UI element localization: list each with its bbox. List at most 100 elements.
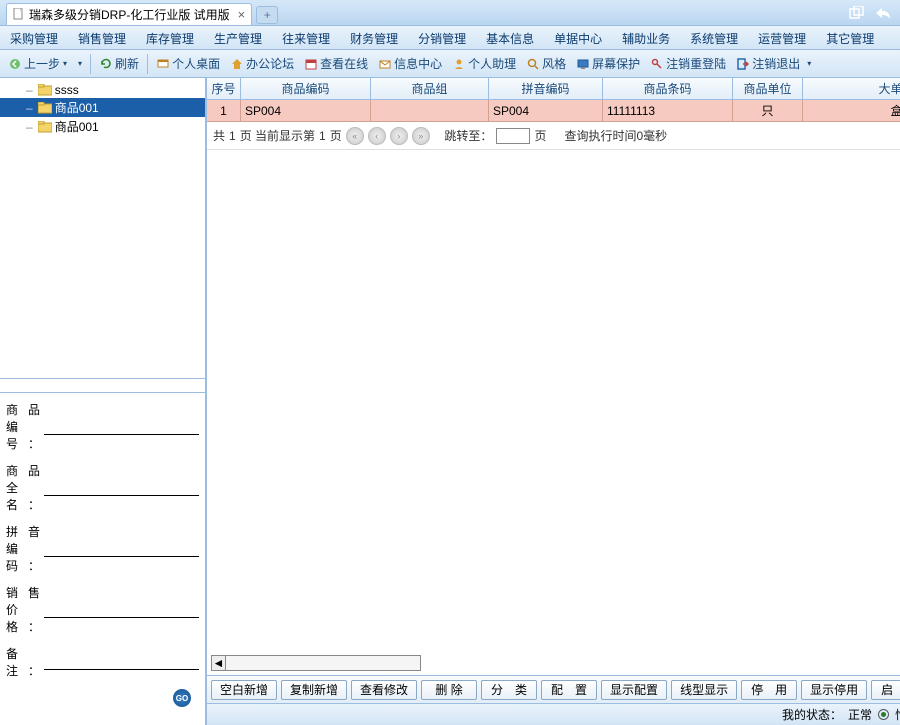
forward-button[interactable]: ▾ xyxy=(73,57,86,70)
label-code: 商品编号： xyxy=(6,401,40,452)
menu-basicinfo[interactable]: 基本信息 xyxy=(476,26,544,49)
menu-production[interactable]: 生产管理 xyxy=(204,26,272,49)
menu-docs[interactable]: 单据中心 xyxy=(544,26,612,49)
exit-icon xyxy=(736,57,750,71)
menu-finance[interactable]: 财务管理 xyxy=(340,26,408,49)
document-icon xyxy=(13,8,25,20)
page-next[interactable]: › xyxy=(390,127,408,145)
menu-operations[interactable]: 运营管理 xyxy=(748,26,816,49)
col-bigunit[interactable]: 大单位 xyxy=(803,78,900,99)
statusbar: 我的状态： 正常 忙碌 离开 xyxy=(207,703,900,725)
tree-item[interactable]: – 商品001 xyxy=(0,98,205,117)
tree-item[interactable]: – 商品001 xyxy=(0,117,205,136)
online-button[interactable]: 查看在线 xyxy=(300,53,372,74)
cell-group xyxy=(371,100,489,121)
chevron-down-icon: ▾ xyxy=(78,59,82,68)
page-first[interactable]: « xyxy=(346,127,364,145)
home-icon xyxy=(230,57,244,71)
folder-icon xyxy=(38,84,52,96)
col-seq[interactable]: 序号 xyxy=(207,78,241,99)
label-name: 商品全名： xyxy=(6,462,40,513)
back-button[interactable]: 上一步▾ xyxy=(4,53,71,74)
hscrollbar[interactable]: ◄ xyxy=(211,655,421,671)
page-prev[interactable]: ‹ xyxy=(368,127,386,145)
saver-button[interactable]: 屏幕保护 xyxy=(572,53,644,74)
col-unit[interactable]: 商品单位 xyxy=(733,78,803,99)
grid: 序号 商品编码 商品组 拼音编码 商品条码 商品单位 大单位 1 SP004 S… xyxy=(207,78,900,122)
page-jump-input[interactable] xyxy=(496,128,530,144)
btn-config[interactable]: 配 置 xyxy=(541,680,597,700)
tab-close-icon[interactable]: × xyxy=(238,7,246,22)
btn-display-config[interactable]: 显示配置 xyxy=(601,680,667,700)
grid-body-empty: ◄ xyxy=(207,150,900,675)
reply-icon[interactable] xyxy=(874,4,892,22)
desktop-button[interactable]: 个人桌面 xyxy=(152,53,224,74)
btn-view-edit[interactable]: 查看修改 xyxy=(351,680,417,700)
new-tab-button[interactable]: + xyxy=(256,6,278,24)
logout-button[interactable]: 注销退出 xyxy=(732,53,804,74)
window-tab[interactable]: 瑞森多级分销DRP-化工行业版 试用版 × xyxy=(6,3,252,25)
folder-icon xyxy=(38,121,52,133)
input-name[interactable] xyxy=(44,480,199,496)
cell-barcode: 11111113 xyxy=(603,100,733,121)
tree-item[interactable]: – ssss xyxy=(0,82,205,98)
btn-disable[interactable]: 停 用 xyxy=(741,680,797,700)
col-code[interactable]: 商品编码 xyxy=(241,78,371,99)
pager: 共 1 页 当前显示第 1 页 « ‹ › » 跳转至： 页 查询执行时间0毫秒 xyxy=(207,122,900,150)
left-panel: – ssss – 商品001 – 商品001 商品编号： 商品全名： 拼音编码：… xyxy=(0,78,207,725)
input-price[interactable] xyxy=(44,602,199,618)
relogin-button[interactable]: 注销重登陆 xyxy=(646,53,730,74)
input-note[interactable] xyxy=(44,654,199,670)
menu-inventory[interactable]: 库存管理 xyxy=(136,26,204,49)
menu-purchase[interactable]: 采购管理 xyxy=(0,26,68,49)
action-bar: 空白新增 复制新增 查看修改 删 除 分 类 配 置 显示配置 线型显示 停 用… xyxy=(207,675,900,703)
right-panel: 序号 商品编码 商品组 拼音编码 商品条码 商品单位 大单位 1 SP004 S… xyxy=(207,78,900,725)
copy-icon[interactable] xyxy=(848,4,866,22)
msg-button[interactable]: 信息中心 xyxy=(374,53,446,74)
menu-distribution[interactable]: 分销管理 xyxy=(408,26,476,49)
key-icon xyxy=(650,57,664,71)
col-pinyin[interactable]: 拼音编码 xyxy=(489,78,603,99)
refresh-icon xyxy=(99,57,113,71)
menu-transactions[interactable]: 往来管理 xyxy=(272,26,340,49)
btn-new-blank[interactable]: 空白新增 xyxy=(211,680,277,700)
btn-new-copy[interactable]: 复制新增 xyxy=(281,680,347,700)
cell-bigunit: 盒 xyxy=(803,100,900,121)
cell-pinyin: SP004 xyxy=(489,100,603,121)
query-timing: 查询执行时间0毫秒 xyxy=(564,127,667,144)
refresh-button[interactable]: 刷新 xyxy=(95,53,143,74)
radio-normal[interactable] xyxy=(878,709,889,720)
btn-show-disabled[interactable]: 显示停用 xyxy=(801,680,867,700)
menu-sales[interactable]: 销售管理 xyxy=(68,26,136,49)
tree: – ssss – 商品001 – 商品001 xyxy=(0,78,205,378)
back-icon xyxy=(8,57,22,71)
label-price: 销售价格： xyxy=(6,584,40,635)
input-pinyin[interactable] xyxy=(44,541,199,557)
toolbar-overflow-icon[interactable]: ▾ xyxy=(807,59,811,68)
btn-line-display[interactable]: 线型显示 xyxy=(671,680,737,700)
toolbar: 上一步▾ ▾ 刷新 个人桌面 办公论坛 查看在线 信息中心 个人助理 风格 屏幕… xyxy=(0,50,900,78)
folder-icon xyxy=(38,102,52,114)
input-code[interactable] xyxy=(44,419,199,435)
btn-delete[interactable]: 删 除 xyxy=(421,680,477,700)
page-last[interactable]: » xyxy=(412,127,430,145)
go-button[interactable]: GO xyxy=(173,689,191,707)
assistant-button[interactable]: 个人助理 xyxy=(448,53,520,74)
menu-aux[interactable]: 辅助业务 xyxy=(612,26,680,49)
forum-button[interactable]: 办公论坛 xyxy=(226,53,298,74)
titlebar: 瑞森多级分销DRP-化工行业版 试用版 × + xyxy=(0,0,900,26)
label-pinyin: 拼音编码： xyxy=(6,523,40,574)
style-button[interactable]: 风格 xyxy=(522,53,570,74)
calendar-icon xyxy=(304,57,318,71)
menubar: 采购管理 销售管理 库存管理 生产管理 往来管理 财务管理 分销管理 基本信息 … xyxy=(0,26,900,50)
btn-category[interactable]: 分 类 xyxy=(481,680,537,700)
menu-system[interactable]: 系统管理 xyxy=(680,26,748,49)
magnify-icon xyxy=(526,57,540,71)
scroll-left-icon[interactable]: ◄ xyxy=(212,656,226,670)
table-row[interactable]: 1 SP004 SP004 11111113 只 盒 xyxy=(207,100,900,122)
col-group[interactable]: 商品组 xyxy=(371,78,489,99)
cell-code: SP004 xyxy=(241,100,371,121)
btn-enable[interactable]: 启 用 xyxy=(871,680,900,700)
menu-other[interactable]: 其它管理 xyxy=(816,26,884,49)
col-barcode[interactable]: 商品条码 xyxy=(603,78,733,99)
